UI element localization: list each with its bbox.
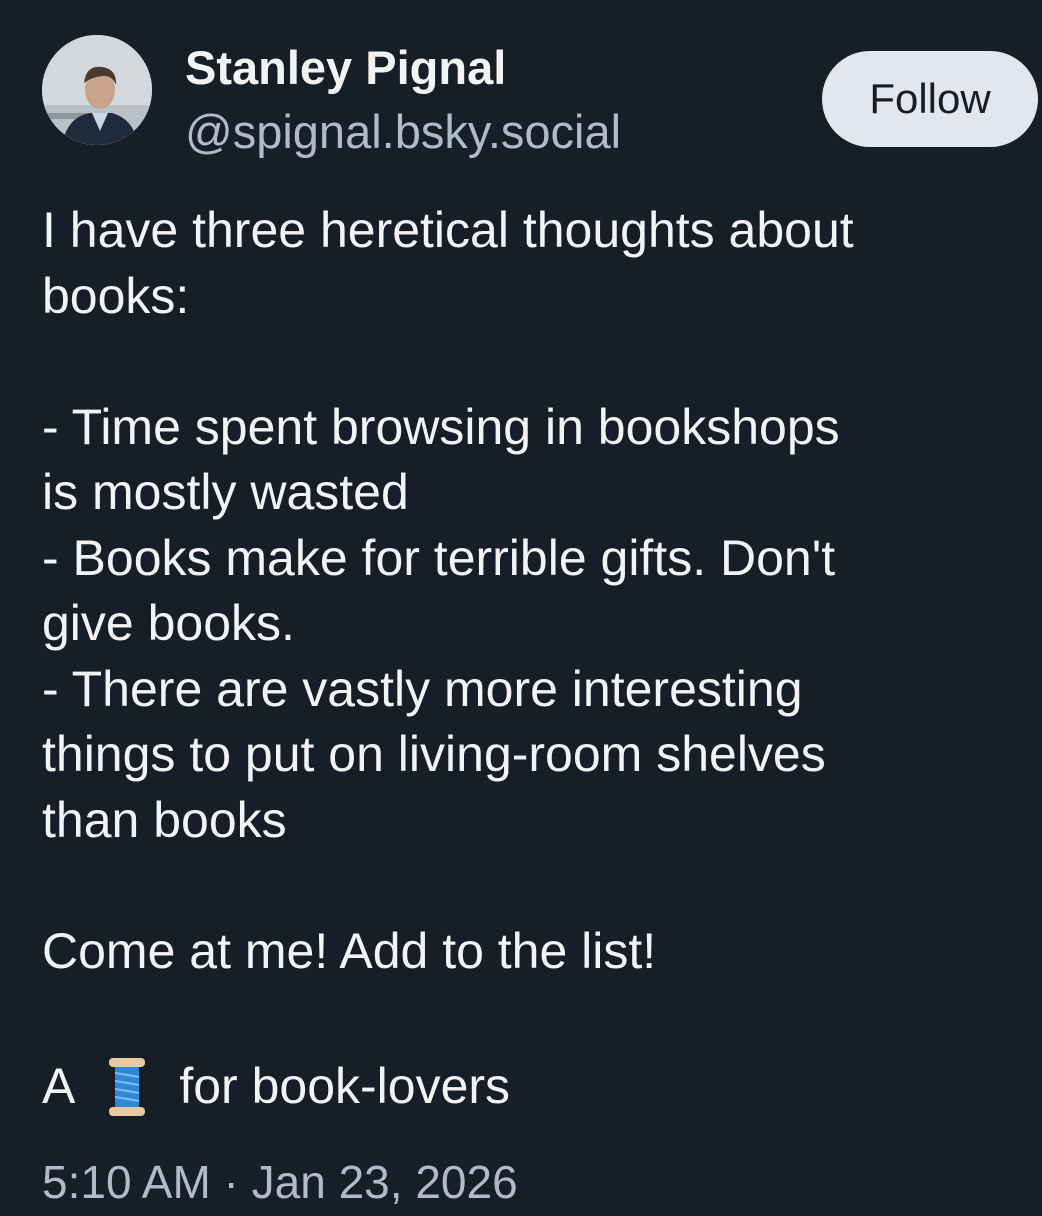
post-text-line: than books <box>42 791 287 848</box>
post-text-line: Come at me! Add to the list! <box>42 922 657 979</box>
post-card: Stanley Pignal @spignal.bsky.social Foll… <box>0 0 1042 1216</box>
thread-prefix: A <box>42 1058 76 1114</box>
post-text-line <box>42 329 1032 395</box>
follow-button[interactable]: Follow <box>822 51 1038 147</box>
post-text-line: - Time spent browsing in bookshops <box>42 398 840 455</box>
post-text-line: things to put on living-room shelves <box>42 726 826 782</box>
author-name[interactable]: Stanley Pignal <box>185 40 506 96</box>
spool-of-thread-icon <box>103 1056 151 1118</box>
post-text: I have three heretical thoughts about bo… <box>42 198 1032 984</box>
post-timestamp[interactable]: 5:10 AM · Jan 23, 2026 <box>42 1152 518 1212</box>
avatar-photo <box>42 35 152 145</box>
thread-suffix: for book-lovers <box>179 1058 511 1114</box>
post-text-line <box>42 853 1032 919</box>
post-text-line: I have three heretical thoughts about <box>42 202 854 258</box>
avatar[interactable] <box>42 35 152 145</box>
post-text-line: books: <box>42 267 190 324</box>
author-handle[interactable]: @spignal.bsky.social <box>185 104 621 160</box>
thread-note: A for book-lovers <box>42 1054 510 1119</box>
post-text-line: - Books make for terrible gifts. Don't <box>42 529 836 586</box>
post-text-line: give books. <box>42 595 295 651</box>
post-text-line: - There are vastly more interesting <box>42 660 803 717</box>
post-text-line: is mostly wasted <box>42 464 409 520</box>
